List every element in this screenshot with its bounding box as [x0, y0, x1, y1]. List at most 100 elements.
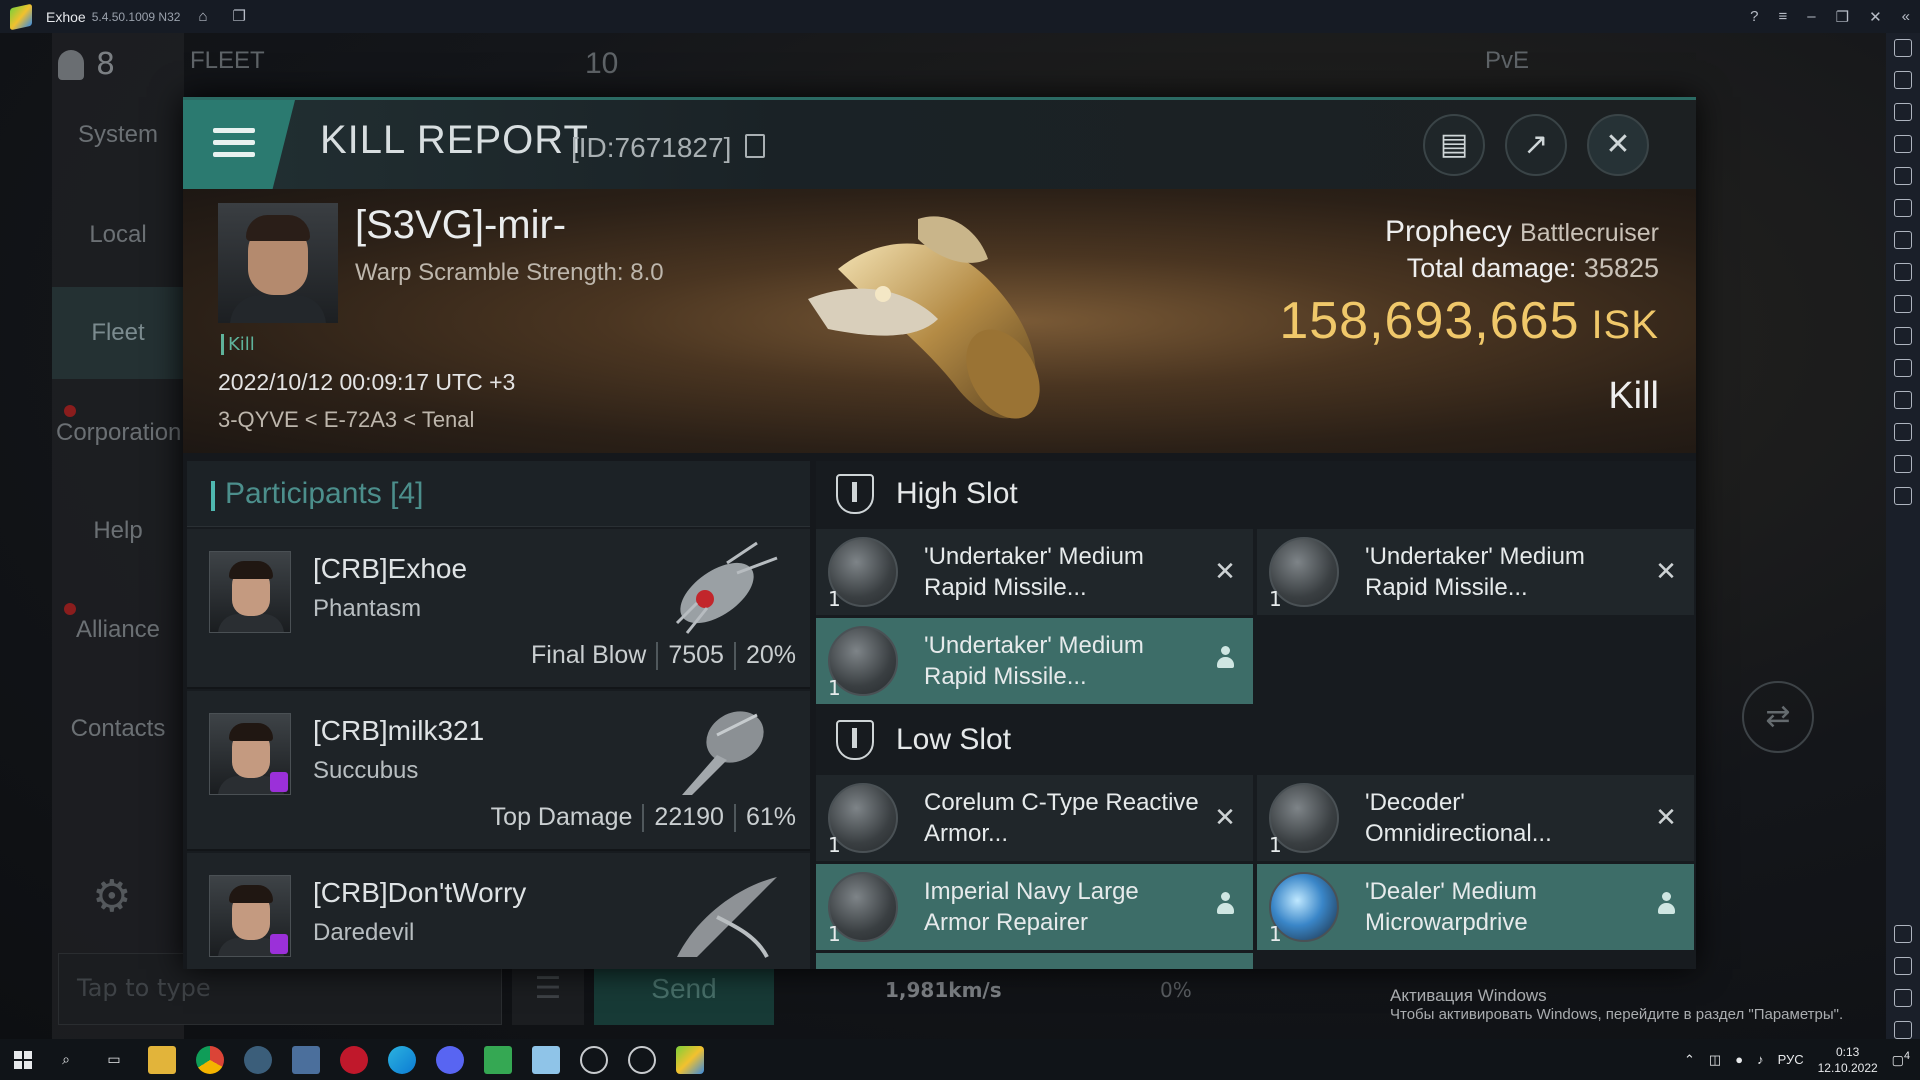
minimize-icon[interactable]: –: [1807, 8, 1815, 25]
module-item[interactable]: 1 'Dealer' Medium Microwarpdrive: [1257, 864, 1694, 950]
language-indicator[interactable]: РУС: [1778, 1052, 1804, 1067]
multi-instance-icon[interactable]: ❐: [232, 8, 248, 25]
folder-icon[interactable]: [1894, 327, 1912, 345]
recent-apps-icon[interactable]: [1894, 1021, 1912, 1039]
task-view-icon[interactable]: ▭: [100, 1046, 128, 1074]
participants-panel: Participants [4] [CRB]Exhoe Phantasm Fin…: [187, 461, 810, 969]
gear-icon[interactable]: ⚙: [92, 871, 131, 922]
victim-ship: Prophecy Battlecruiser: [1385, 215, 1659, 249]
apk-icon[interactable]: [1894, 263, 1912, 281]
ship-name[interactable]: Prophecy: [1385, 215, 1512, 248]
mic-icon[interactable]: ●: [1735, 1052, 1743, 1067]
eco-icon[interactable]: [1894, 391, 1912, 409]
location-icon[interactable]: [1894, 423, 1912, 441]
kill-location[interactable]: 3-QYVE < E-72A3 < Tenal: [218, 407, 474, 433]
participant-row[interactable]: [CRB]Exhoe Phantasm Final Blow 7505 20%: [187, 529, 810, 689]
chrome-icon[interactable]: [196, 1045, 224, 1074]
layers-icon[interactable]: [1894, 455, 1912, 473]
avatar[interactable]: [209, 551, 291, 633]
low-slot-title: Low Slot: [896, 723, 1012, 756]
clipboard-icon[interactable]: ▤: [1423, 114, 1485, 176]
windows-start-icon[interactable]: [14, 1050, 32, 1069]
app-red-icon[interactable]: [340, 1045, 368, 1074]
edge-icon[interactable]: [388, 1045, 416, 1074]
participant-row[interactable]: [CRB]milk321 Succubus Top Damage 22190 61%: [187, 691, 810, 851]
app-blue-icon[interactable]: [532, 1045, 560, 1074]
notification-icon[interactable]: ▢4: [1892, 1050, 1910, 1068]
file-explorer-icon[interactable]: [148, 1045, 176, 1074]
module-item[interactable]: 1 'Undertaker' Medium Rapid Missile...: [816, 618, 1253, 704]
back-icon[interactable]: [1894, 957, 1912, 975]
nav-contacts[interactable]: Contacts: [52, 683, 184, 775]
victim-ship-image[interactable]: [798, 199, 1098, 439]
module-item[interactable]: 1 'Decoder' Omnidirectional... ✕: [1257, 775, 1694, 861]
instances-icon[interactable]: [1894, 359, 1912, 377]
participant-name: [CRB]Don'tWorry: [313, 877, 527, 908]
kill-datetime: 2022/10/12 00:09:17 UTC +3: [218, 369, 516, 395]
low-slot-icon: [836, 720, 874, 760]
steam-icon[interactable]: [628, 1045, 656, 1074]
avatar[interactable]: [209, 713, 291, 795]
nav-fleet[interactable]: Fleet: [52, 287, 184, 379]
volume-icon[interactable]: [1894, 71, 1912, 89]
kill-id: [ID:7671827]: [571, 132, 732, 163]
victim-avatar[interactable]: [218, 203, 338, 323]
module-item[interactable]: 1 'Undertaker' Medium Rapid Missile... ✕: [816, 529, 1253, 615]
network-icon[interactable]: ◫: [1709, 1052, 1721, 1068]
keyboard-icon[interactable]: [1894, 135, 1912, 153]
menu-icon[interactable]: ≡: [1779, 8, 1788, 25]
avatar[interactable]: [209, 875, 291, 957]
hamburger-menu-icon[interactable]: [183, 100, 295, 189]
close-window-icon[interactable]: ✕: [1869, 8, 1882, 26]
app-icon[interactable]: [244, 1045, 272, 1074]
close-icon[interactable]: ✕: [1587, 114, 1649, 176]
search-icon[interactable]: ⌕: [52, 1046, 80, 1074]
calculator-icon[interactable]: [292, 1045, 320, 1074]
home-icon[interactable]: ⌂: [198, 8, 214, 25]
module-item[interactable]: 1 'Undertaker' Medium Rapid Missile... ✕: [1257, 529, 1694, 615]
nav-local[interactable]: Local: [52, 189, 184, 281]
nav-alliance[interactable]: Alliance: [52, 584, 184, 676]
sync-icon[interactable]: [1894, 199, 1912, 217]
dropped-person-icon: [1211, 892, 1239, 923]
module-item[interactable]: 1 Imperial Navy Large Armor Repairer: [816, 864, 1253, 950]
module-item[interactable]: 1 Corelum C-Type Reactive Armor... ✕: [816, 775, 1253, 861]
nav-help[interactable]: Help: [52, 485, 184, 577]
rotate-icon[interactable]: [1894, 167, 1912, 185]
bluestacks-taskbar-icon[interactable]: [676, 1045, 704, 1074]
copy-icon[interactable]: [745, 134, 765, 158]
swap-icon[interactable]: ⇄: [1742, 681, 1814, 753]
discord-icon[interactable]: [436, 1045, 464, 1074]
screenshot-icon[interactable]: [1894, 295, 1912, 313]
clock[interactable]: 0:13 12.10.2022: [1818, 1044, 1878, 1076]
emulator-sidebar: [1886, 33, 1920, 1039]
media-icon[interactable]: [1894, 103, 1912, 121]
android-home-icon[interactable]: [1894, 989, 1912, 1007]
module-qty: 1: [1269, 587, 1282, 611]
eve-launcher-icon[interactable]: [580, 1045, 608, 1074]
participant-row[interactable]: [CRB]Don'tWorry Daredevil: [187, 853, 810, 969]
participant-damage-pct: 20%: [745, 641, 796, 669]
report-type: Kill: [1608, 375, 1659, 417]
module-name: 'Undertaker' Medium Rapid Missile...: [1365, 543, 1585, 601]
collapse-sidebar-icon[interactable]: «: [1902, 8, 1910, 25]
module-name: 'Undertaker' Medium Rapid Missile...: [924, 543, 1144, 601]
victim-name[interactable]: [S3VG]-mir-: [355, 203, 566, 248]
volume-tray-icon[interactable]: ♪: [1757, 1052, 1764, 1067]
help-icon[interactable]: ?: [1750, 8, 1758, 25]
nav-system[interactable]: System: [52, 89, 184, 181]
settings-icon[interactable]: [1894, 925, 1912, 943]
module-item-partial[interactable]: [816, 953, 1253, 969]
participant-damage: 22190: [654, 803, 724, 831]
destroyed-icon: ✕: [1655, 557, 1677, 587]
restore-app-icon[interactable]: [1894, 487, 1912, 505]
macro-icon[interactable]: [1894, 231, 1912, 249]
filter-pve[interactable]: PvE: [1485, 47, 1529, 75]
share-icon[interactable]: ↗: [1505, 114, 1567, 176]
nav-corporation[interactable]: Corporation: [52, 387, 184, 479]
notepad-icon[interactable]: [484, 1045, 512, 1074]
fullscreen-icon[interactable]: [1894, 39, 1912, 57]
restore-icon[interactable]: ❐: [1836, 8, 1849, 26]
corp-tag-icon: [270, 772, 288, 792]
chevron-up-icon[interactable]: ⌃: [1684, 1052, 1695, 1068]
